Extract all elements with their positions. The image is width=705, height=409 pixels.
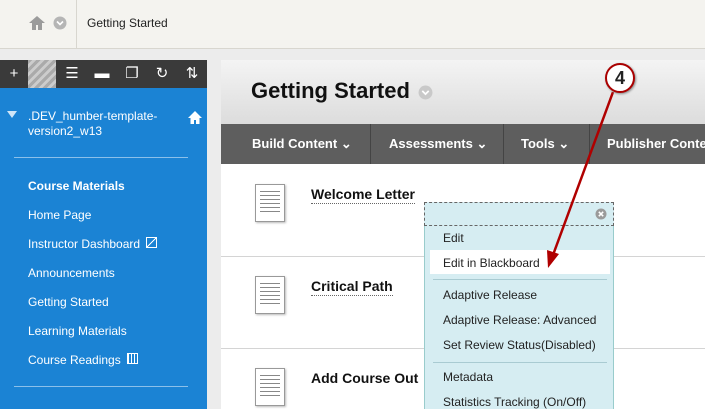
context-menu-header xyxy=(424,202,614,226)
chevron-down-icon[interactable] xyxy=(418,85,433,100)
folder-icon[interactable]: ▬ xyxy=(88,60,116,88)
menu-divider xyxy=(433,362,607,363)
item-critical-path[interactable]: Critical Path xyxy=(311,278,393,296)
divider xyxy=(14,157,188,158)
assessments-button[interactable]: Assessments ⌄ xyxy=(371,124,504,164)
course-menu: .DEV_humber-template-version2_w13 Course… xyxy=(0,88,207,409)
home-icon[interactable] xyxy=(28,14,46,32)
step-number-badge: 4 xyxy=(605,63,635,93)
document-icon xyxy=(255,184,285,222)
breadcrumb[interactable]: Getting Started xyxy=(87,16,168,30)
close-icon[interactable] xyxy=(595,208,607,220)
item-welcome-letter[interactable]: Welcome Letter xyxy=(311,186,415,204)
list-icon[interactable]: ☰ xyxy=(58,60,86,88)
item-add-course-outline[interactable]: Add Course Out xyxy=(311,370,418,387)
edit-icon xyxy=(146,237,158,248)
menu-item-statistics-tracking[interactable]: Statistics Tracking (On/Off) xyxy=(443,395,586,409)
sidebar-item-label: Course Readings xyxy=(28,353,121,367)
action-label: Tools xyxy=(521,136,555,151)
document-icon xyxy=(255,368,285,406)
sort-icon[interactable]: ⇅ xyxy=(178,60,206,88)
action-label: Build Content xyxy=(252,136,338,151)
home-icon[interactable] xyxy=(187,110,203,125)
chevron-down-icon: ⌄ xyxy=(340,136,352,151)
menu-divider xyxy=(433,279,607,280)
page-title[interactable]: Getting Started xyxy=(251,78,433,104)
document-icon xyxy=(255,276,285,314)
publisher-content-button[interactable]: Publisher Conte xyxy=(590,124,705,164)
pattern-tool[interactable] xyxy=(28,60,56,88)
chevron-down-icon: ⌄ xyxy=(476,136,488,151)
sidebar-toolbar: + ☰ ▬ ❐ ↻ ⇅ xyxy=(0,60,207,88)
divider xyxy=(14,386,188,387)
chevron-down-icon[interactable] xyxy=(53,16,67,30)
top-bar: Getting Started xyxy=(0,0,705,49)
chevron-down-icon: ⌄ xyxy=(558,136,570,151)
menu-item-adaptive-release[interactable]: Adaptive Release xyxy=(443,288,537,302)
menu-item-adaptive-release-advanced[interactable]: Adaptive Release: Advanced xyxy=(443,313,596,327)
sidebar-item-announcements[interactable]: Announcements xyxy=(28,266,115,280)
menu-item-metadata[interactable]: Metadata xyxy=(443,370,493,384)
sidebar-item-learning-materials[interactable]: Learning Materials xyxy=(28,324,127,338)
sidebar-item-instructor-dashboard[interactable]: Instructor Dashboard xyxy=(28,237,158,251)
sidebar-item-label: Instructor Dashboard xyxy=(28,237,141,251)
refresh-icon[interactable]: ↻ xyxy=(148,60,176,88)
tools-button[interactable]: Tools ⌄ xyxy=(504,124,590,164)
sidebar-item-getting-started[interactable]: Getting Started xyxy=(28,295,109,309)
plus-icon[interactable]: + xyxy=(0,60,28,88)
menu-item-label: Edit in Blackboard xyxy=(443,256,540,270)
menu-item-edit[interactable]: Edit xyxy=(443,231,464,245)
context-menu: Edit Edit in Blackboard Adaptive Release… xyxy=(424,226,614,409)
course-title[interactable]: .DEV_humber-template-version2_w13 xyxy=(28,109,178,139)
collapse-arrow-icon[interactable] xyxy=(7,111,17,119)
action-label: Assessments xyxy=(389,136,473,151)
build-content-button[interactable]: Build Content ⌄ xyxy=(221,124,371,164)
action-label: Publisher Conte xyxy=(607,136,705,151)
windows-icon[interactable]: ❐ xyxy=(118,60,146,88)
sidebar-item-course-readings[interactable]: Course Readings xyxy=(28,353,139,367)
action-bar: Build Content ⌄ Assessments ⌄ Tools ⌄ Pu… xyxy=(221,124,705,164)
grid-icon xyxy=(127,353,139,364)
menu-item-edit-in-blackboard[interactable]: Edit in Blackboard xyxy=(430,250,610,274)
sidebar-item-home-page[interactable]: Home Page xyxy=(28,208,91,222)
sidebar-item-course-materials[interactable]: Course Materials xyxy=(28,179,125,193)
menu-item-set-review-status[interactable]: Set Review Status(Disabled) xyxy=(443,338,596,352)
page-title-text: Getting Started xyxy=(251,78,410,103)
